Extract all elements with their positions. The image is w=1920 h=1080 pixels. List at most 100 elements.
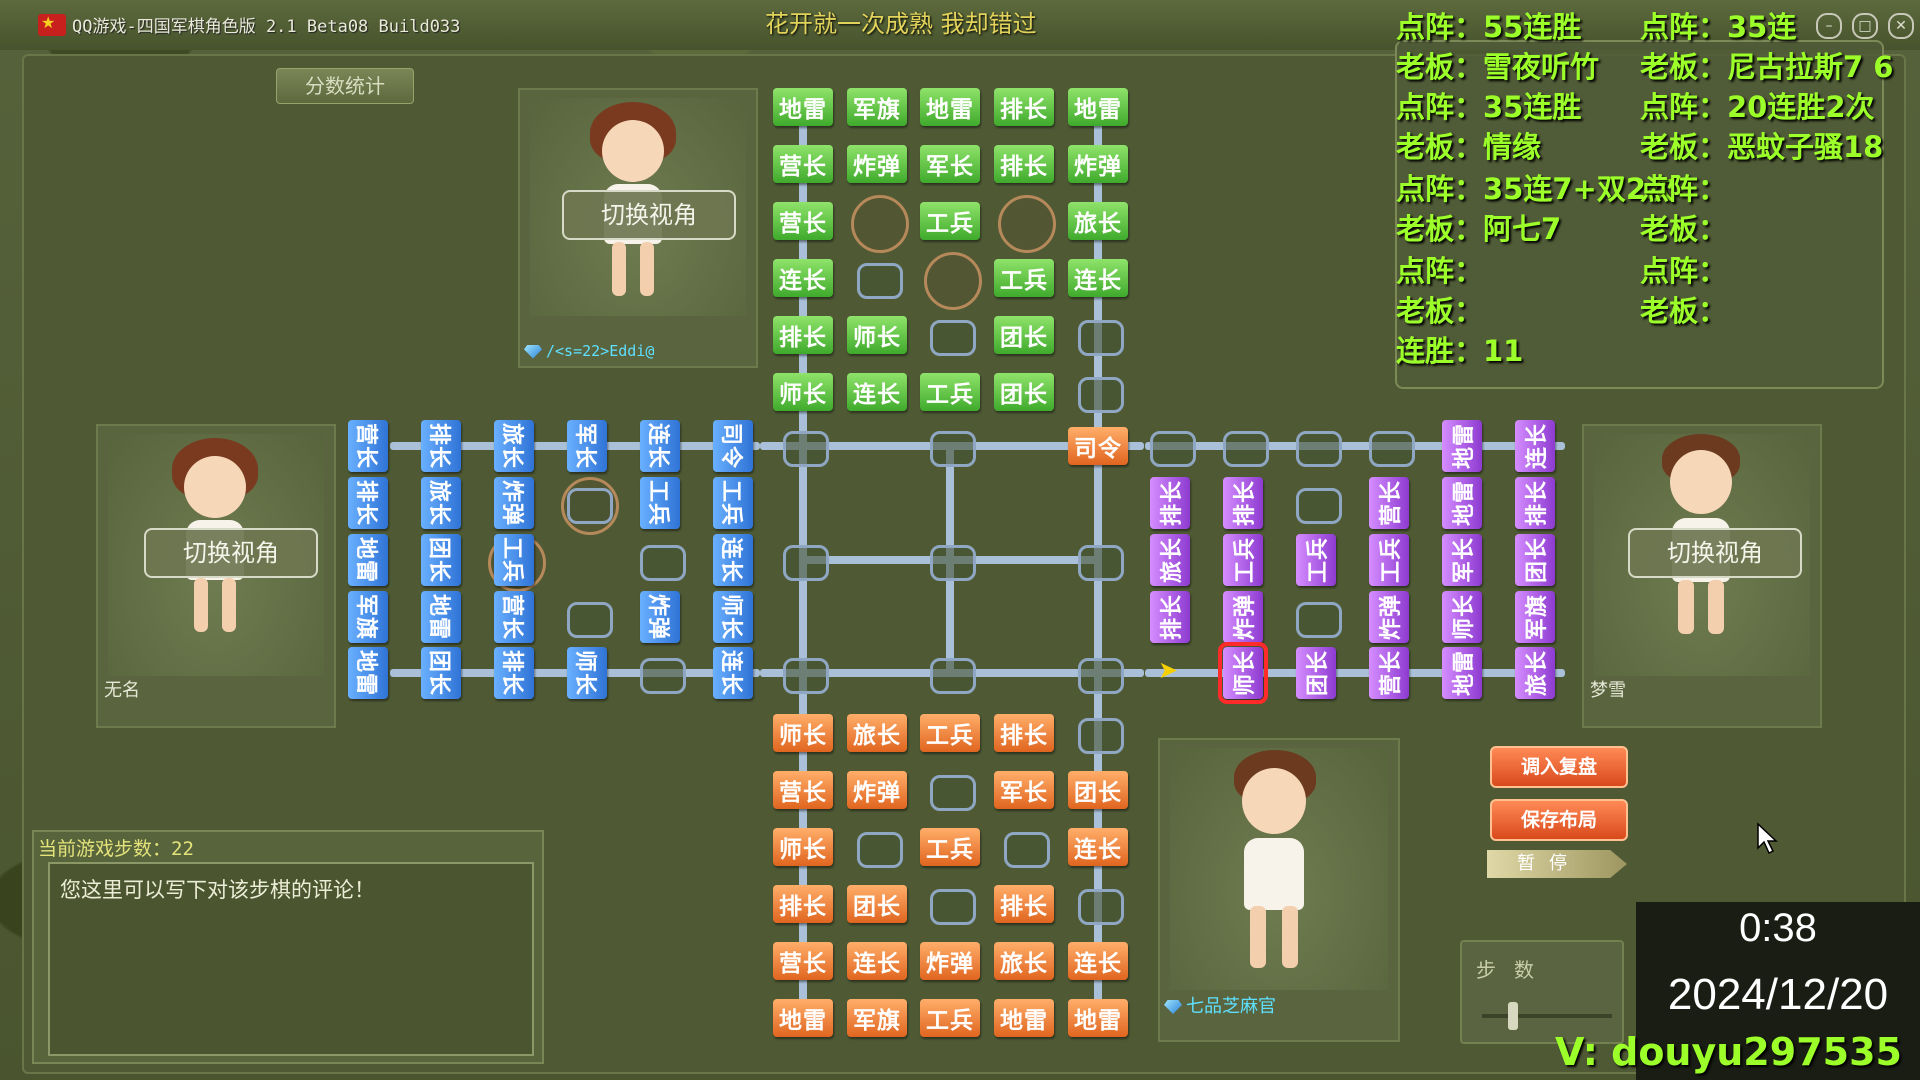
board-node[interactable] <box>1078 718 1124 754</box>
camp-circle[interactable] <box>998 195 1056 253</box>
game-piece[interactable]: 军长 <box>1442 534 1482 586</box>
game-piece[interactable]: 师长 <box>1442 591 1482 643</box>
game-piece[interactable]: 工兵 <box>994 259 1054 297</box>
board-node[interactable] <box>1296 431 1342 467</box>
game-piece[interactable]: 军长 <box>567 420 607 472</box>
game-piece[interactable]: 排长 <box>994 145 1054 183</box>
game-piece[interactable]: 排长 <box>494 647 534 699</box>
board-node[interactable] <box>1150 431 1196 467</box>
game-piece[interactable]: 旅长 <box>421 477 461 529</box>
board-node[interactable] <box>1296 488 1342 524</box>
score-stats-button[interactable]: 分数统计 <box>276 68 414 104</box>
game-piece[interactable]: 工兵 <box>494 534 534 586</box>
game-piece[interactable]: 地雷 <box>348 534 388 586</box>
game-piece[interactable]: 军旗 <box>1515 591 1555 643</box>
game-piece[interactable]: 排长 <box>773 316 833 354</box>
game-piece[interactable]: 炸弹 <box>920 942 980 980</box>
game-piece[interactable]: 排长 <box>1223 477 1263 529</box>
game-piece[interactable]: 地雷 <box>994 999 1054 1037</box>
board-node[interactable] <box>1078 658 1124 694</box>
game-piece[interactable]: 团长 <box>421 647 461 699</box>
game-piece[interactable]: 地雷 <box>1442 477 1482 529</box>
game-piece[interactable]: 工兵 <box>713 477 753 529</box>
game-piece[interactable]: 工兵 <box>920 999 980 1037</box>
game-piece[interactable]: 营长 <box>773 771 833 809</box>
pause-button[interactable]: 暂停 <box>1487 850 1627 878</box>
game-piece[interactable]: 旅长 <box>847 714 907 752</box>
game-piece[interactable]: 地雷 <box>773 999 833 1037</box>
game-piece[interactable]: 工兵 <box>920 202 980 240</box>
game-piece[interactable]: 连长 <box>847 373 907 411</box>
game-piece[interactable]: 营长 <box>494 591 534 643</box>
game-piece[interactable]: 连长 <box>1068 828 1128 866</box>
board-node[interactable] <box>930 545 976 581</box>
board-node[interactable] <box>1296 602 1342 638</box>
game-piece[interactable]: 团长 <box>847 885 907 923</box>
game-piece[interactable]: 工兵 <box>920 714 980 752</box>
game-piece[interactable]: 工兵 <box>640 477 680 529</box>
game-piece[interactable]: 地雷 <box>920 88 980 126</box>
game-piece[interactable]: 师长 <box>567 647 607 699</box>
game-piece[interactable]: 工兵 <box>920 828 980 866</box>
steps-slider-knob[interactable] <box>1508 1002 1518 1030</box>
game-piece[interactable]: 军旗 <box>847 999 907 1037</box>
board-node[interactable] <box>930 889 976 925</box>
board-node[interactable] <box>1369 431 1415 467</box>
game-piece[interactable]: 排长 <box>348 477 388 529</box>
game-piece[interactable]: 师长 <box>773 828 833 866</box>
save-layout-button[interactable]: 保存布局 <box>1490 799 1628 841</box>
game-piece[interactable]: 炸弹 <box>494 477 534 529</box>
game-piece[interactable]: 炸弹 <box>1068 145 1128 183</box>
game-piece[interactable]: 地雷 <box>1068 999 1128 1037</box>
game-piece[interactable]: 旅长 <box>994 942 1054 980</box>
game-piece[interactable]: 排长 <box>421 420 461 472</box>
game-piece[interactable]: 团长 <box>1515 534 1555 586</box>
switch-view-button-top[interactable]: 切换视角 <box>562 190 736 240</box>
camp-circle[interactable] <box>924 252 982 310</box>
game-piece[interactable]: 地雷 <box>773 88 833 126</box>
game-piece[interactable]: 营长 <box>1369 477 1409 529</box>
game-piece[interactable]: 营长 <box>1369 647 1409 699</box>
game-piece[interactable]: 旅长 <box>1150 534 1190 586</box>
game-piece[interactable]: 连长 <box>1068 259 1128 297</box>
game-piece[interactable]: 排长 <box>773 885 833 923</box>
board-node[interactable] <box>1078 545 1124 581</box>
game-piece[interactable]: 军长 <box>994 771 1054 809</box>
game-piece[interactable]: 连长 <box>640 420 680 472</box>
game-piece[interactable]: 团长 <box>994 316 1054 354</box>
board-node[interactable] <box>1004 832 1050 868</box>
game-piece[interactable]: 排长 <box>994 88 1054 126</box>
game-piece[interactable]: 营长 <box>773 942 833 980</box>
game-piece[interactable]: 连长 <box>773 259 833 297</box>
game-piece[interactable]: 连长 <box>847 942 907 980</box>
game-piece[interactable]: 排长 <box>994 885 1054 923</box>
camp-circle[interactable] <box>851 195 909 253</box>
game-piece[interactable]: 军长 <box>920 145 980 183</box>
switch-view-button-left[interactable]: 切换视角 <box>144 528 318 578</box>
game-piece[interactable]: 地雷 <box>1442 647 1482 699</box>
game-piece[interactable]: 炸弹 <box>1369 591 1409 643</box>
board-node[interactable] <box>783 431 829 467</box>
board-node[interactable] <box>783 545 829 581</box>
board-node[interactable] <box>930 320 976 356</box>
game-piece[interactable]: 连长 <box>1068 942 1128 980</box>
board-node[interactable] <box>857 832 903 868</box>
game-piece[interactable]: 旅长 <box>1515 647 1555 699</box>
game-piece[interactable]: 团长 <box>994 373 1054 411</box>
game-piece[interactable]: 连长 <box>713 647 753 699</box>
game-piece[interactable]: 工兵 <box>920 373 980 411</box>
game-piece[interactable]: 旅长 <box>494 420 534 472</box>
game-piece[interactable]: 连长 <box>713 534 753 586</box>
game-piece[interactable]: 团长 <box>421 534 461 586</box>
game-piece[interactable]: 地雷 <box>1442 420 1482 472</box>
board-node[interactable] <box>567 488 613 524</box>
game-piece[interactable]: 师长 <box>1218 642 1268 704</box>
board-node[interactable] <box>1078 320 1124 356</box>
board-node[interactable] <box>640 658 686 694</box>
game-piece[interactable]: 营长 <box>348 420 388 472</box>
game-piece[interactable]: 炸弹 <box>640 591 680 643</box>
game-piece[interactable]: 排长 <box>994 714 1054 752</box>
game-piece[interactable]: 团长 <box>1068 771 1128 809</box>
game-piece[interactable]: 师长 <box>773 373 833 411</box>
board-node[interactable] <box>783 658 829 694</box>
